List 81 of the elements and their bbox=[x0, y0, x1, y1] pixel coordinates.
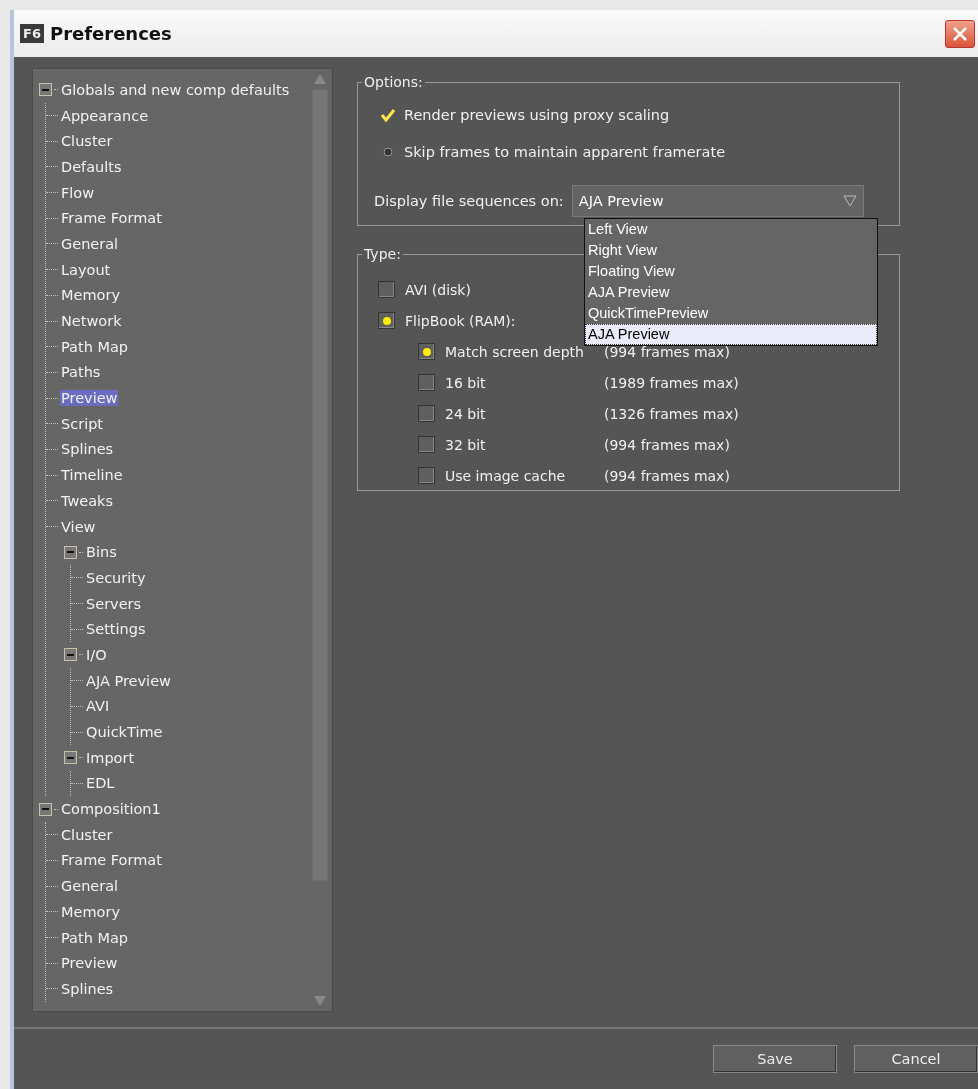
tree-item[interactable]: I/O bbox=[85, 646, 108, 663]
tree-item[interactable]: Globals and new comp defaults bbox=[60, 81, 291, 98]
dropdown-option[interactable]: AJA Preview bbox=[585, 282, 877, 303]
tree-item[interactable]: Security bbox=[85, 569, 147, 586]
collapse-icon[interactable] bbox=[64, 751, 77, 765]
option-label: FlipBook (RAM): bbox=[405, 312, 516, 329]
dropdown-option[interactable]: Floating View bbox=[585, 261, 877, 282]
frames-note: (994 frames max) bbox=[604, 343, 731, 360]
tree-item[interactable]: Servers bbox=[85, 595, 143, 612]
option-label: Skip frames to maintain apparent framerate bbox=[404, 143, 726, 160]
close-button[interactable] bbox=[945, 19, 975, 48]
checkbox[interactable] bbox=[418, 467, 435, 484]
dropdown-option[interactable]: Right View bbox=[585, 240, 877, 261]
tree-item[interactable]: AVI bbox=[85, 698, 111, 715]
field-label: Display file sequences on: bbox=[374, 193, 564, 209]
checkbox[interactable] bbox=[418, 436, 435, 453]
option-label: 32 bit bbox=[445, 436, 486, 453]
tree-item[interactable]: Paths bbox=[60, 364, 102, 381]
group-title: Type: bbox=[363, 246, 402, 262]
group-title: Options: bbox=[363, 74, 424, 90]
tree-item[interactable]: General bbox=[60, 878, 120, 895]
save-button[interactable]: Save bbox=[713, 1045, 837, 1073]
frames-note: (994 frames max) bbox=[604, 436, 731, 453]
app-logo: F6 bbox=[20, 24, 44, 43]
checkmark-icon[interactable] bbox=[380, 107, 396, 122]
option-label: Render previews using proxy scaling bbox=[404, 106, 670, 123]
checkbox[interactable] bbox=[378, 312, 395, 329]
collapse-icon[interactable] bbox=[64, 545, 77, 559]
checkbox[interactable] bbox=[418, 374, 435, 391]
checkbox[interactable] bbox=[378, 281, 395, 298]
dropdown-arrow-icon bbox=[842, 195, 857, 207]
dropdown-option[interactable]: AJA Preview bbox=[585, 324, 877, 345]
window-title: Preferences bbox=[49, 23, 173, 44]
tree-item[interactable]: Frame Format bbox=[60, 210, 163, 227]
display-dropdown[interactable]: AJA Preview bbox=[571, 185, 864, 217]
tree-item[interactable]: Path Map bbox=[60, 929, 130, 946]
tree-item[interactable]: Settings bbox=[85, 621, 147, 638]
tree-item[interactable]: Memory bbox=[60, 903, 121, 920]
tree-item[interactable]: Path Map bbox=[60, 338, 130, 355]
option-label: Match screen depth bbox=[445, 343, 584, 360]
tree-item[interactable]: Bins bbox=[85, 544, 118, 561]
tree-item[interactable]: Network bbox=[60, 313, 123, 330]
frames-note: (994 frames max) bbox=[604, 467, 731, 484]
tree-item[interactable]: Memory bbox=[60, 287, 121, 304]
collapse-icon[interactable] bbox=[64, 648, 77, 662]
tree-item[interactable]: Layout bbox=[60, 261, 112, 278]
tree-item[interactable]: Flow bbox=[60, 184, 96, 201]
tree-item[interactable]: Preview bbox=[60, 390, 119, 407]
collapse-icon[interactable] bbox=[39, 802, 52, 816]
collapse-icon[interactable] bbox=[39, 83, 52, 97]
tree-item[interactable]: Composition1 bbox=[60, 801, 162, 818]
frames-note: (1326 frames max) bbox=[604, 405, 740, 422]
tree-item[interactable]: General bbox=[60, 235, 120, 252]
tree-item[interactable]: Splines bbox=[60, 441, 115, 458]
tree-item[interactable]: Tweaks bbox=[60, 492, 115, 509]
frames-note: (1989 frames max) bbox=[604, 374, 740, 391]
tree-item[interactable]: Defaults bbox=[60, 158, 123, 175]
tree-item[interactable]: Appearance bbox=[60, 107, 150, 124]
tree-item[interactable]: Import bbox=[85, 749, 136, 766]
option-label: 16 bit bbox=[445, 374, 486, 391]
tree-item[interactable]: EDL bbox=[85, 775, 116, 792]
unchecked-icon[interactable] bbox=[380, 144, 396, 159]
checkbox[interactable] bbox=[418, 405, 435, 422]
cancel-button[interactable]: Cancel bbox=[854, 1045, 978, 1073]
dropdown-option[interactable]: Left View bbox=[585, 219, 877, 240]
tree-item[interactable]: Splines bbox=[60, 980, 115, 997]
option-label: 24 bit bbox=[445, 405, 486, 422]
tree-item[interactable]: Timeline bbox=[60, 467, 124, 484]
tree-item[interactable]: Cluster bbox=[60, 826, 114, 843]
tree-item[interactable]: Cluster bbox=[60, 133, 114, 150]
tree-item[interactable]: QuickTime bbox=[85, 724, 164, 741]
dropdown-option[interactable]: QuickTimePreview bbox=[585, 303, 877, 324]
tree-item[interactable]: Preview bbox=[60, 955, 119, 972]
option-label: AVI (disk) bbox=[405, 281, 471, 298]
close-icon bbox=[953, 26, 967, 41]
tree-item[interactable]: Script bbox=[60, 415, 105, 432]
tree-item[interactable]: AJA Preview bbox=[85, 672, 172, 689]
option-label: Use image cache bbox=[445, 467, 566, 484]
tree-item[interactable]: Frame Format bbox=[60, 852, 163, 869]
checkbox[interactable] bbox=[418, 343, 435, 360]
tree-item[interactable]: View bbox=[60, 518, 97, 535]
